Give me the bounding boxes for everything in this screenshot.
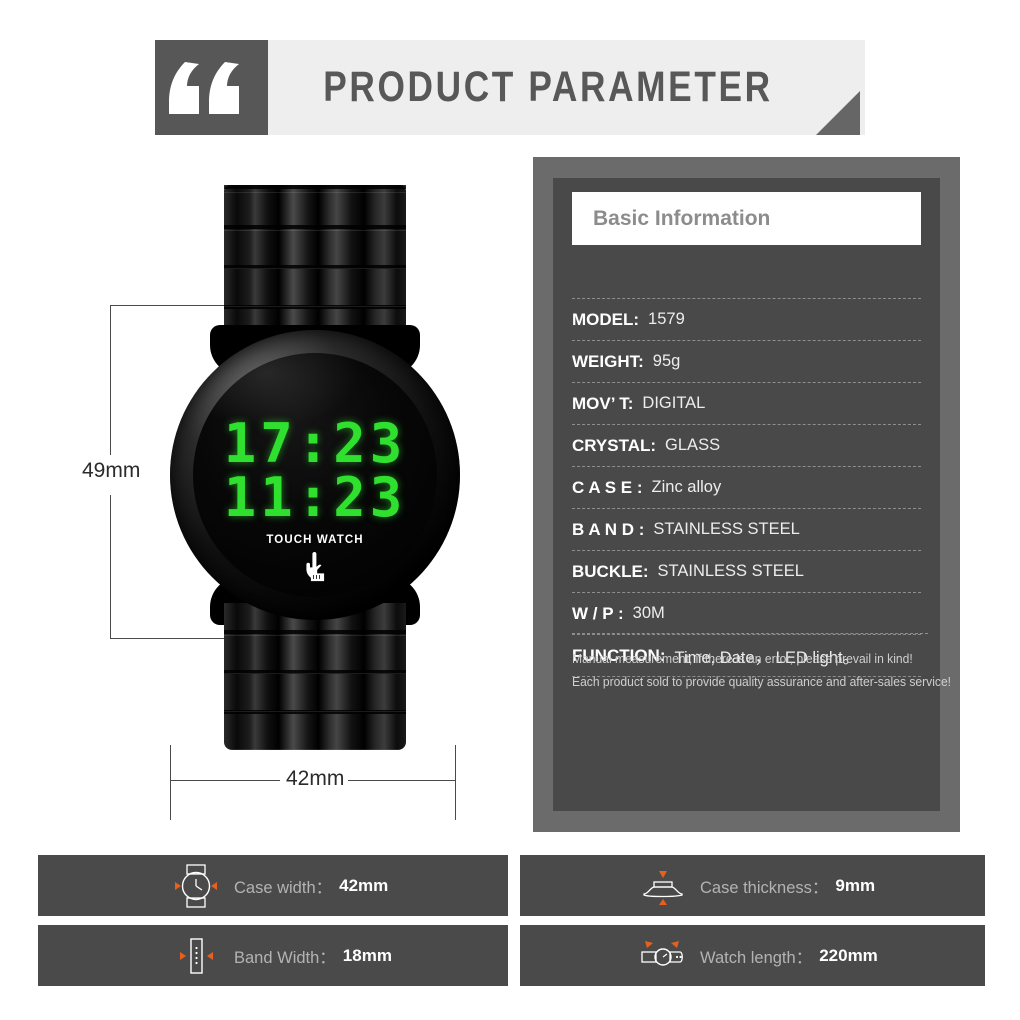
- spec-value: DIGITAL: [642, 394, 706, 412]
- pointing-hand-icon: [305, 551, 325, 582]
- dim-width-right-tick: [455, 745, 456, 820]
- spec-value: STAINLESS STEEL: [657, 562, 804, 580]
- spec-row: MODEL: 1579: [572, 298, 921, 340]
- watch-product-photo: 17:23 11:23 TOUCH WATCH: [170, 185, 460, 750]
- spec-label: BUCKLE:: [572, 561, 649, 581]
- spec-label: MODEL:: [572, 309, 640, 329]
- header-bar: PRODUCT PARAMETER: [268, 40, 865, 135]
- spec-label: B A N D :: [572, 519, 645, 539]
- card-band-width: Band Width： 18mm: [38, 925, 508, 986]
- spec-row: C A S E : Zinc alloy: [572, 466, 921, 508]
- watch-band-links-bottom: [224, 603, 406, 750]
- spec-value: STAINLESS STEEL: [653, 520, 800, 538]
- spec-value: Zinc alloy: [651, 478, 722, 496]
- dim-height-line-upper: [110, 305, 111, 455]
- spec-label: MOV’ T:: [572, 393, 634, 413]
- product-image-area: 49mm 42mm 17:23 11:23 TOUCH WATCH: [60, 160, 510, 820]
- dim-width-left-tick: [170, 745, 171, 820]
- header-corner-triangle-icon: [816, 91, 860, 135]
- card-label: Case thickness：: [700, 878, 829, 897]
- watch-case-thickness-icon: [630, 863, 694, 909]
- spec-value: 95g: [652, 352, 681, 370]
- watch-dial: 17:23 11:23 TOUCH WATCH: [193, 353, 437, 597]
- card-value: 42mm: [339, 875, 389, 895]
- basic-information-panel: Basic Information MODEL: 1579 WEIGHT: 95…: [533, 157, 960, 832]
- spec-label: CRYSTAL:: [572, 435, 657, 455]
- watch-band-top: [224, 185, 406, 345]
- watch-case: 17:23 11:23 TOUCH WATCH: [170, 330, 460, 620]
- card-watch-length: Watch length： 220mm: [520, 925, 985, 986]
- watch-band-bottom: [224, 603, 406, 750]
- spec-row: BUCKLE: STAINLESS STEEL: [572, 550, 921, 592]
- spec-row: W / P : 30M: [572, 592, 921, 634]
- watch-case-width-icon: [164, 863, 228, 909]
- quotation-mark-icon: [169, 62, 239, 114]
- dim-width-line-left: [170, 780, 280, 781]
- spec-row: WEIGHT: 95g: [572, 340, 921, 382]
- panel-disclaimer: Manual measurement, if there is an error…: [572, 633, 952, 694]
- card-case-width: Case width： 42mm: [38, 855, 508, 916]
- spec-value: GLASS: [665, 436, 721, 454]
- led-display-line-2: 11:23: [223, 466, 407, 529]
- card-value: 18mm: [342, 945, 392, 965]
- panel-disclaimer-line: Each product sold to provide quality ass…: [572, 673, 952, 689]
- watch-band-links-top: [224, 185, 406, 345]
- basic-information-tab: Basic Information: [572, 192, 921, 245]
- page-title: PRODUCT PARAMETER: [323, 63, 773, 111]
- spec-value: 1579: [648, 310, 685, 328]
- card-label: Watch length：: [700, 948, 813, 967]
- spec-value: 30M: [632, 604, 665, 622]
- dim-height-label: 49mm: [80, 455, 143, 487]
- page-header: PRODUCT PARAMETER: [155, 40, 865, 135]
- panel-disclaimer-line: Manual measurement, if there is an error…: [572, 651, 913, 666]
- watch-brand-text: TOUCH WATCH: [266, 534, 364, 546]
- watch-length-icon: [630, 933, 694, 979]
- card-value: 220mm: [819, 945, 878, 965]
- dim-height-line-lower: [110, 495, 111, 638]
- spec-label: W / P :: [572, 603, 624, 623]
- dim-width-label: 42mm: [282, 767, 349, 791]
- card-value: 9mm: [835, 875, 876, 895]
- spec-label: WEIGHT:: [572, 351, 644, 371]
- spec-list: MODEL: 1579 WEIGHT: 95g MOV’ T: DIGITAL …: [572, 298, 921, 677]
- card-case-thickness: Case thickness： 9mm: [520, 855, 985, 916]
- spec-row: CRYSTAL: GLASS: [572, 424, 921, 466]
- measurement-cards: Case width： 42mm Case thickness： 9mm Ban…: [38, 855, 985, 986]
- spec-label: C A S E :: [572, 477, 643, 497]
- header-quote-block: [155, 40, 268, 135]
- dim-width-line-right: [348, 780, 455, 781]
- card-label: Case width：: [234, 878, 333, 897]
- basic-information-panel-inner: Basic Information MODEL: 1579 WEIGHT: 95…: [553, 178, 952, 811]
- spec-row: B A N D : STAINLESS STEEL: [572, 508, 921, 550]
- basic-information-tab-title: Basic Information: [593, 207, 771, 230]
- card-label: Band Width：: [234, 948, 336, 967]
- spec-row: MOV’ T: DIGITAL: [572, 382, 921, 424]
- watch-band-width-icon: [164, 933, 228, 979]
- led-display-line-1: 17:23: [223, 412, 407, 475]
